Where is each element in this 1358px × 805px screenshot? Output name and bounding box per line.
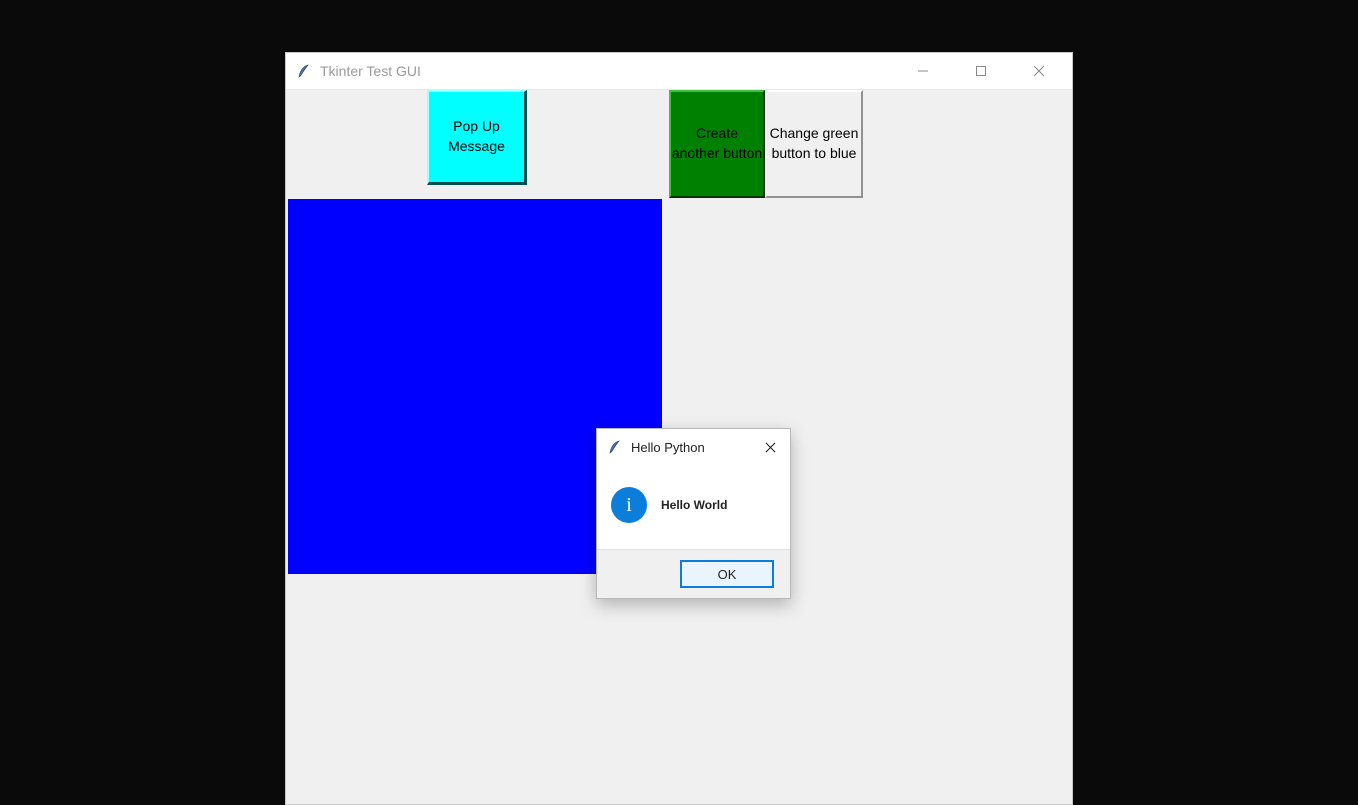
close-button[interactable] — [1010, 53, 1068, 89]
minimize-button[interactable] — [894, 53, 952, 89]
dialog-message: Hello World — [661, 498, 727, 512]
dialog-close-button[interactable] — [756, 433, 784, 461]
dialog-titlebar: Hello Python — [597, 429, 790, 465]
maximize-button[interactable] — [952, 53, 1010, 89]
window-title: Tkinter Test GUI — [320, 63, 894, 79]
popup-message-button[interactable]: Pop Up Message — [427, 90, 527, 185]
dialog-footer: OK — [597, 549, 790, 598]
titlebar: Tkinter Test GUI — [286, 53, 1072, 90]
window-controls — [894, 53, 1068, 89]
feather-icon — [607, 439, 623, 455]
ok-button[interactable]: OK — [680, 560, 774, 588]
change-green-to-blue-button[interactable]: Change green button to blue — [765, 90, 863, 198]
info-icon: i — [611, 487, 647, 523]
create-another-button[interactable]: Create another button — [669, 90, 765, 198]
messagebox-dialog: Hello Python i Hello World OK — [596, 428, 791, 599]
dialog-title: Hello Python — [631, 440, 756, 455]
dialog-body: i Hello World — [597, 465, 790, 549]
feather-icon — [296, 63, 312, 79]
